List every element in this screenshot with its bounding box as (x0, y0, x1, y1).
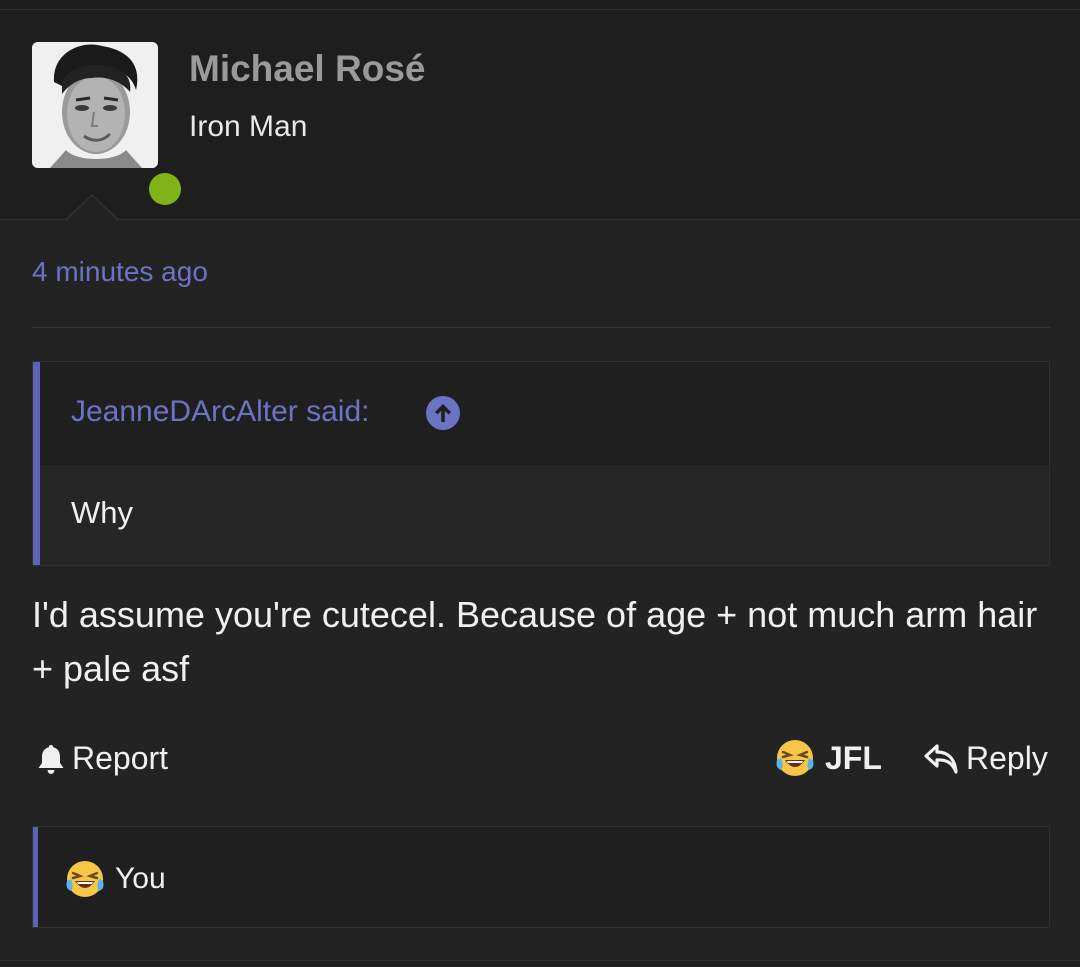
laughing-crying-emoji-icon (66, 861, 104, 897)
quote-block: JeanneDArcAlter said: Why (32, 361, 1050, 566)
post-body-text: I'd assume you're cutecel. Because of ag… (32, 594, 1038, 689)
user-header: Michael Rosé Iron Man (0, 10, 1080, 220)
report-label: Report (72, 740, 169, 776)
reactions-accent-bar (33, 827, 38, 927)
avatar[interactable] (32, 42, 188, 212)
reaction-button[interactable]: JFL (775, 738, 882, 778)
arrow-up-circle-icon[interactable] (426, 396, 460, 430)
reply-label: Reply (966, 740, 1048, 776)
reaction-label: JFL (825, 739, 882, 776)
post-timestamp[interactable]: 4 minutes ago (32, 256, 208, 288)
online-status-dot (142, 166, 188, 212)
header-pointer-inner (66, 196, 118, 221)
quote-text: Why (71, 495, 133, 530)
quote-header: JeanneDArcAlter said: (40, 362, 1049, 465)
reactions-bar: You (32, 826, 1050, 928)
report-button[interactable]: Report (36, 740, 168, 777)
bottom-border (0, 960, 1080, 967)
online-status-indicator (149, 173, 181, 205)
bell-icon (38, 744, 64, 774)
divider (32, 327, 1050, 328)
username-link[interactable]: Michael Rosé (189, 48, 425, 90)
laughing-crying-emoji-icon (776, 740, 814, 776)
top-border (0, 0, 1080, 10)
post-container: Michael Rosé Iron Man 4 minutes ago Jean… (0, 0, 1080, 967)
quote-body: Why (40, 465, 1049, 565)
avatar-image (32, 42, 158, 168)
user-title: Iron Man (189, 110, 308, 143)
reactors-text: You (115, 862, 166, 895)
reactions-list[interactable]: You (65, 859, 166, 899)
reply-button[interactable]: Reply (924, 740, 1048, 777)
quote-accent-bar (33, 362, 40, 565)
reply-arrow-icon (924, 743, 958, 774)
quote-author-link[interactable]: JeanneDArcAlter said: (71, 395, 369, 429)
